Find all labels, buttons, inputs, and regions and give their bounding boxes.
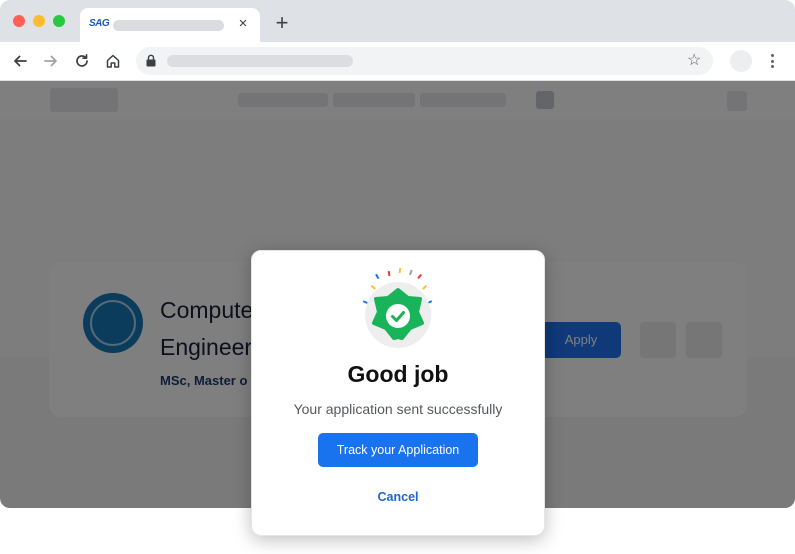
cancel-button[interactable]: Cancel	[252, 490, 544, 504]
new-tab-button[interactable]: +	[271, 12, 293, 34]
tab-bar: SAG × +	[0, 0, 795, 42]
maximize-window-button[interactable]	[53, 15, 65, 27]
track-application-button[interactable]: Track your Application	[318, 433, 478, 467]
lock-icon	[146, 54, 156, 72]
back-arrow-icon[interactable]	[10, 51, 30, 71]
browser-toolbar: ☆	[0, 42, 795, 81]
forward-arrow-icon[interactable]	[41, 51, 61, 71]
modal-title: Good job	[347, 361, 449, 387]
reload-icon[interactable]	[72, 51, 92, 71]
success-badge-icon	[352, 267, 442, 348]
star-icon[interactable]: ☆	[687, 52, 701, 70]
profile-avatar[interactable]	[730, 50, 752, 72]
success-modal: Good job Your application sent successfu…	[251, 250, 545, 536]
site-favicon-icon: SAG	[89, 18, 110, 29]
address-bar[interactable]: ☆	[136, 47, 713, 75]
modal-message: Your application sent successfully	[293, 401, 503, 417]
tab-close-icon[interactable]: ×	[234, 14, 252, 34]
home-icon[interactable]	[103, 51, 123, 71]
url-placeholder	[167, 55, 353, 67]
close-window-button[interactable]	[13, 15, 25, 27]
minimize-window-button[interactable]	[33, 15, 45, 27]
browser-tab[interactable]: SAG ×	[80, 8, 260, 42]
tab-title-placeholder	[113, 20, 224, 31]
more-menu-icon[interactable]	[766, 51, 778, 71]
